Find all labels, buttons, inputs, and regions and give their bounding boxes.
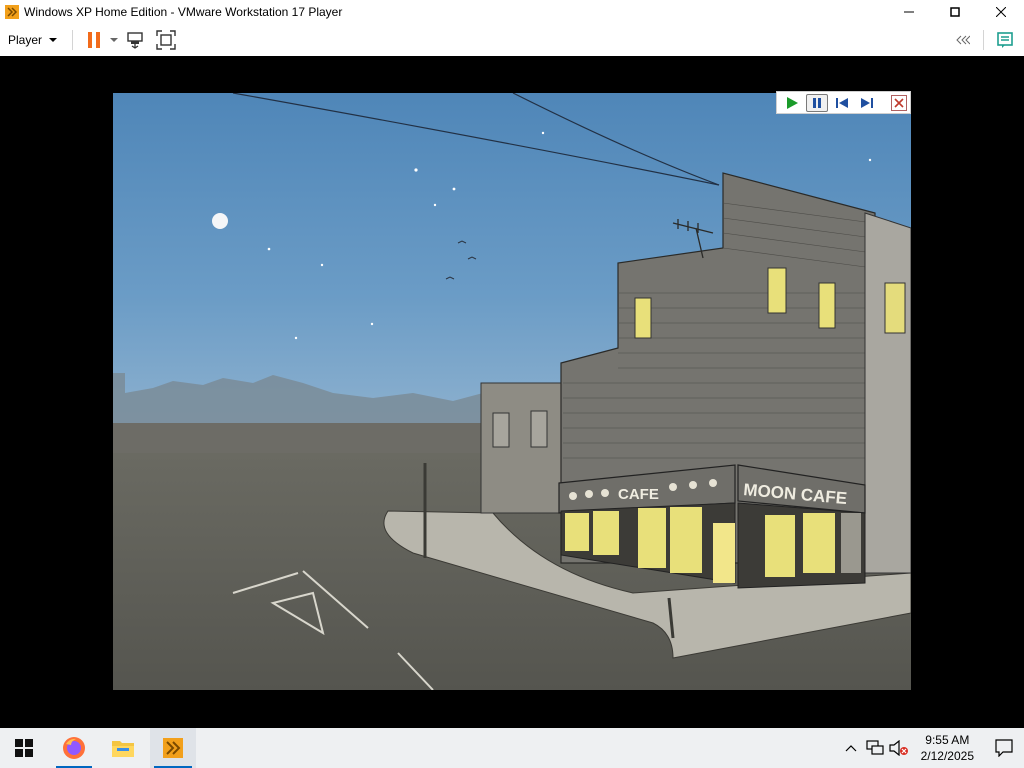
- system-tray: 9:55 AM 2/12/2025: [839, 728, 1024, 768]
- close-icon: [996, 7, 1006, 17]
- close-button[interactable]: [978, 0, 1024, 24]
- fullscreen-icon: [156, 30, 176, 50]
- guest-media-controls: [776, 91, 911, 114]
- network-button[interactable]: [863, 728, 887, 768]
- volume-muted-icon: [889, 740, 908, 756]
- network-icon: [866, 740, 884, 755]
- taskbar-app-vmware[interactable]: [150, 728, 196, 768]
- fullscreen-button[interactable]: [154, 28, 178, 52]
- file-explorer-icon: [112, 741, 134, 757]
- power-options-dropdown[interactable]: [109, 28, 121, 52]
- next-icon: [861, 97, 873, 108]
- collapse-icon: [956, 35, 970, 45]
- start-button[interactable]: [0, 728, 48, 768]
- player-menu-button[interactable]: Player: [8, 28, 66, 52]
- chevron-down-icon: [110, 38, 119, 42]
- chevron-down-icon: [49, 38, 58, 42]
- toolbar-separator: [72, 30, 74, 50]
- play-button[interactable]: [781, 94, 803, 112]
- close-icon: [894, 97, 904, 108]
- taskbar-app-file-explorer[interactable]: [100, 728, 146, 768]
- clock[interactable]: 9:55 AM 2/12/2025: [921, 732, 974, 764]
- show-hidden-icons-button[interactable]: [839, 728, 863, 768]
- send-ctrl-alt-del-icon: [127, 32, 143, 49]
- media-close-button[interactable]: [891, 94, 907, 111]
- next-button[interactable]: [856, 94, 878, 112]
- clock-date: 2/12/2025: [920, 749, 974, 763]
- minimize-icon: [904, 11, 914, 13]
- vmware-app-icon[interactable]: [4, 4, 20, 20]
- player-menu-label: Player: [8, 33, 43, 47]
- clock-time: 9:55 AM: [925, 733, 970, 747]
- volume-button[interactable]: [887, 728, 911, 768]
- minimize-button[interactable]: [886, 0, 932, 24]
- notes-icon: [997, 32, 1013, 48]
- taskbar: 9:55 AM 2/12/2025: [0, 728, 1024, 768]
- pause-icon: [88, 32, 101, 48]
- cafe-sign-text: CAFE: [618, 486, 659, 503]
- send-ctrl-alt-del-button[interactable]: [124, 28, 148, 52]
- taskbar-app-firefox[interactable]: [52, 728, 96, 768]
- pause-vm-button[interactable]: [82, 28, 106, 52]
- toolbar-separator: [983, 30, 984, 50]
- firefox-icon: [63, 737, 85, 759]
- previous-button[interactable]: [831, 94, 853, 112]
- notifications-button[interactable]: [984, 728, 1024, 768]
- chevron-up-icon: [845, 745, 857, 752]
- vm-display[interactable]: CAFE MOON CAFE: [0, 56, 1024, 728]
- play-icon: [787, 96, 798, 109]
- title-bar: Windows XP Home Edition - VMware Worksta…: [0, 0, 1024, 24]
- restore-button[interactable]: [932, 0, 978, 24]
- previous-icon: [836, 97, 848, 108]
- window-title: Windows XP Home Edition - VMware Worksta…: [24, 5, 343, 19]
- restore-icon: [950, 7, 960, 17]
- notes-button[interactable]: [993, 28, 1017, 52]
- night-street-illustration: CAFE MOON CAFE: [113, 93, 911, 690]
- windows-start-icon: [15, 739, 33, 757]
- guest-screen[interactable]: CAFE MOON CAFE: [113, 93, 911, 690]
- collapse-toolbar-button[interactable]: [950, 28, 974, 52]
- pause-button[interactable]: [806, 93, 828, 112]
- pause-icon: [813, 97, 821, 108]
- vmware-icon: [163, 738, 183, 758]
- player-toolbar: Player: [0, 24, 1024, 56]
- notification-icon: [995, 739, 1013, 757]
